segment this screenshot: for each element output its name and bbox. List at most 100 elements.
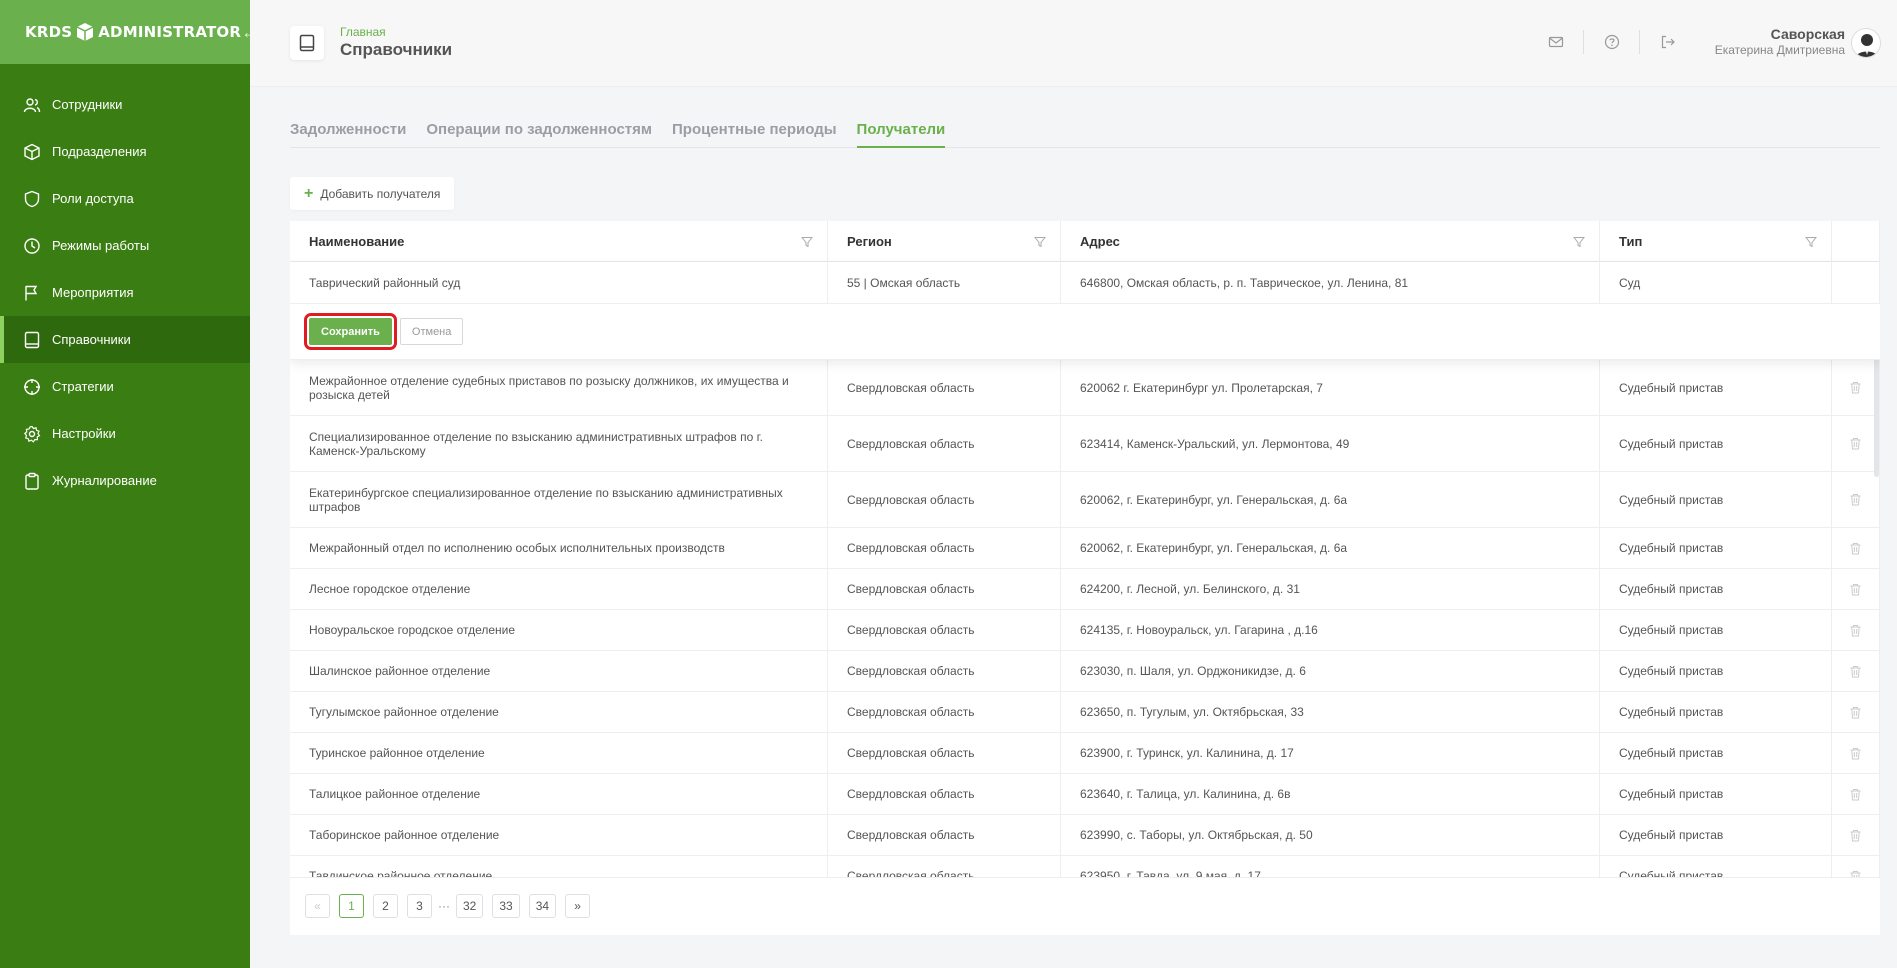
- tab-0[interactable]: Задолженности: [290, 108, 406, 148]
- pagination-page[interactable]: 2: [373, 894, 398, 918]
- cell-name: Межрайонное отделение судебных приставов…: [290, 360, 828, 415]
- book-icon: [290, 26, 324, 60]
- pagination-page[interactable]: 1: [339, 894, 364, 918]
- pagination-next[interactable]: »: [565, 894, 591, 918]
- clock-icon: [24, 237, 40, 254]
- help-icon[interactable]: [1584, 30, 1640, 54]
- pagination-prev[interactable]: «: [305, 894, 330, 918]
- table-row[interactable]: Екатеринбургское специализированное отде…: [290, 472, 1880, 528]
- sidebar-item-3[interactable]: Режимы работы: [0, 222, 250, 269]
- user-info[interactable]: Саворская Екатерина Дмитриевна: [1715, 26, 1845, 57]
- trash-icon[interactable]: [1849, 870, 1862, 878]
- pagination-page[interactable]: 3: [407, 894, 432, 918]
- tab-2[interactable]: Процентные периоды: [672, 108, 837, 148]
- sidebar-item-8[interactable]: Журналирование: [0, 457, 250, 504]
- filter-icon[interactable]: [1805, 236, 1817, 248]
- table-body: Межрайонное отделение судебных приставов…: [290, 360, 1880, 877]
- trash-icon[interactable]: [1849, 624, 1862, 637]
- cell-region[interactable]: 55 | Омская область: [828, 262, 1061, 303]
- app-logo[interactable]: KRDS ADMINISTRATOR: [25, 22, 241, 42]
- table-row[interactable]: Межрайонный отдел по исполнению особых и…: [290, 528, 1880, 569]
- filter-icon[interactable]: [801, 236, 813, 248]
- cell-type: Судебный пристав: [1600, 528, 1832, 568]
- trash-icon[interactable]: [1849, 493, 1862, 506]
- cell-actions: [1832, 610, 1880, 650]
- cell-region: Свердловская область: [828, 815, 1061, 855]
- cell-actions: [1832, 856, 1880, 877]
- cell-name: Межрайонный отдел по исполнению особых и…: [290, 528, 828, 568]
- cell-address[interactable]: 646800, Омская область, р. п. Таврическо…: [1061, 262, 1600, 303]
- trash-icon[interactable]: [1849, 583, 1862, 596]
- table-row[interactable]: Таборинское районное отделение Свердловск…: [290, 815, 1880, 856]
- gear-icon: [23, 425, 41, 443]
- sidebar-item-label: Журналирование: [52, 473, 157, 488]
- trash-icon[interactable]: [1849, 706, 1862, 719]
- trash-icon[interactable]: [1849, 381, 1862, 394]
- logo-right-text: ADMINISTRATOR: [98, 23, 242, 41]
- table-row[interactable]: Туринское районное отделение Свердловская…: [290, 733, 1880, 774]
- cell-name: Шалинское районное отделение: [290, 651, 828, 691]
- cell-address: 623990, с. Таборы, ул. Октябрьская, д. 5…: [1061, 815, 1600, 855]
- pagination-page[interactable]: 32: [456, 894, 484, 918]
- sidebar-item-6[interactable]: Стратегии: [0, 363, 250, 410]
- column-title-name: Наименование: [309, 234, 405, 249]
- table-row[interactable]: Межрайонное отделение судебных приставов…: [290, 360, 1880, 416]
- sidebar-item-0[interactable]: Сотрудники: [0, 81, 250, 128]
- user-last-name: Саворская: [1770, 26, 1845, 42]
- sidebar-item-7[interactable]: Настройки: [0, 410, 250, 457]
- cell-type: Судебный пристав: [1600, 416, 1832, 471]
- cell-type: Судебный пристав: [1600, 360, 1832, 415]
- cell-name: Лесное городское отделение: [290, 569, 828, 609]
- avatar[interactable]: [1851, 28, 1881, 58]
- cancel-button[interactable]: Отмена: [399, 318, 464, 345]
- sidebar-item-4[interactable]: Мероприятия: [0, 269, 250, 316]
- filter-icon[interactable]: [1034, 236, 1046, 248]
- table-row[interactable]: Шалинское районное отделение Свердловская…: [290, 651, 1880, 692]
- cell-region: Свердловская область: [828, 569, 1061, 609]
- column-header-actions: [1832, 221, 1880, 262]
- sidebar-item-label: Роли доступа: [52, 191, 134, 206]
- table-row[interactable]: Тавдинское районное отделение Свердловска…: [290, 856, 1880, 877]
- logout-icon[interactable]: [1640, 30, 1696, 54]
- table-row-editing[interactable]: Таврический районный суд 55 | Омская обл…: [290, 262, 1880, 304]
- table-row[interactable]: Тугулымское районное отделение Свердловск…: [290, 692, 1880, 733]
- trash-icon[interactable]: [1849, 542, 1862, 555]
- tab-3[interactable]: Получатели: [856, 108, 946, 148]
- trash-icon[interactable]: [1849, 829, 1862, 842]
- sidebar-item-2[interactable]: Роли доступа: [0, 175, 250, 222]
- cell-type: Судебный пристав: [1600, 472, 1832, 527]
- cell-name: Туринское районное отделение: [290, 733, 828, 773]
- cell-address: 620062 г. Екатеринбург ул. Пролетарская,…: [1061, 360, 1600, 415]
- trash-icon[interactable]: [1849, 437, 1862, 450]
- mail-icon[interactable]: [1528, 30, 1584, 54]
- table-row[interactable]: Талицкое районное отделение Свердловская …: [290, 774, 1880, 815]
- table-row[interactable]: Специализированное отделение по взыскани…: [290, 416, 1880, 472]
- cell-address: 623030, п. Шаля, ул. Орджоникидзе, д. 6: [1061, 651, 1600, 691]
- cell-type[interactable]: Суд: [1600, 262, 1832, 303]
- filter-icon[interactable]: [1573, 236, 1585, 248]
- trash-icon[interactable]: [1849, 747, 1862, 760]
- pagination-page[interactable]: 33: [492, 894, 520, 918]
- cell-name: Новоуральское городское отделение: [290, 610, 828, 650]
- sidebar-item-label: Подразделения: [52, 144, 147, 159]
- pagination-page[interactable]: 34: [528, 894, 557, 918]
- cell-address: 623414, Каменск-Уральский, ул. Лермонтов…: [1061, 416, 1600, 471]
- cell-address: 623650, п. Тугулым, ул. Октябрьская, 33: [1061, 692, 1600, 732]
- table-row[interactable]: Лесное городское отделение Свердловская о…: [290, 569, 1880, 610]
- sidebar-item-label: Стратегии: [52, 379, 114, 394]
- table-row[interactable]: Новоуральское городское отделение Свердло…: [290, 610, 1880, 651]
- shield-icon: [24, 190, 40, 207]
- trash-icon[interactable]: [1849, 788, 1862, 801]
- cell-address: 624135, г. Новоуральск, ул. Гагарина , д…: [1061, 610, 1600, 650]
- sidebar: KRDS ADMINISTRATOR ← Сотрудники Подраздел…: [0, 0, 259, 968]
- save-button[interactable]: Сохранить: [304, 313, 397, 350]
- cell-name: Тавдинское районное отделение: [290, 856, 828, 877]
- breadcrumb[interactable]: Главная: [340, 25, 386, 39]
- tab-1[interactable]: Операции по задолженностям: [426, 108, 652, 148]
- sidebar-item-1[interactable]: Подразделения: [0, 128, 250, 175]
- sidebar-item-5[interactable]: Справочники: [0, 316, 250, 363]
- add-recipient-button[interactable]: + Добавить получателя: [290, 177, 455, 210]
- trash-icon[interactable]: [1849, 665, 1862, 678]
- cell-actions: [1832, 262, 1880, 303]
- cell-name[interactable]: Таврический районный суд: [290, 262, 828, 303]
